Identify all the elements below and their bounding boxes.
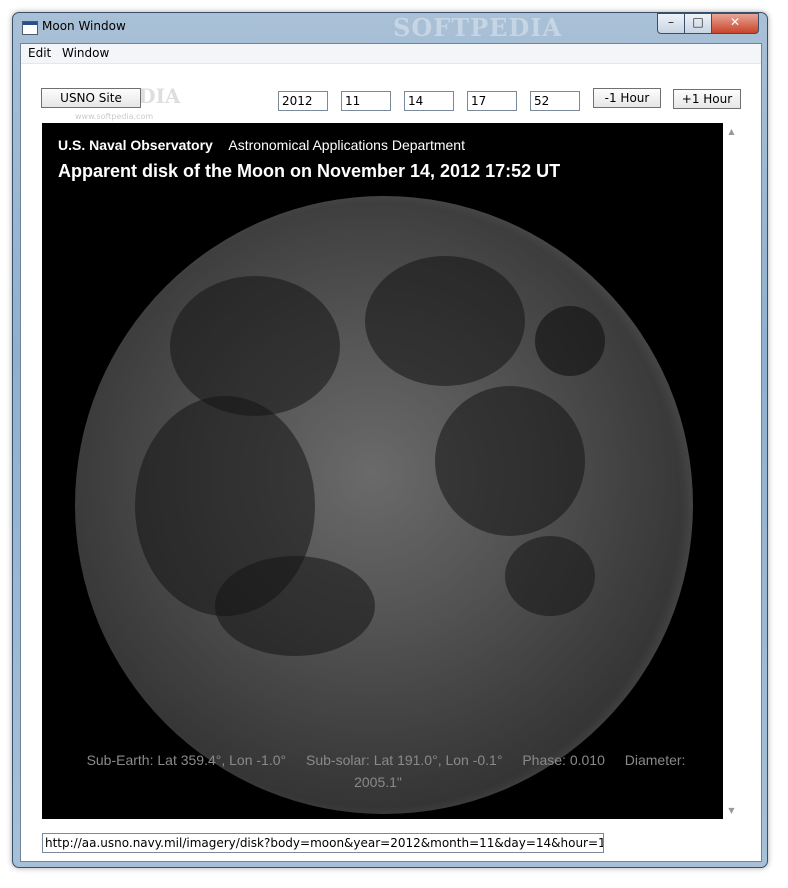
minus-hour-button[interactable]: -1 Hour bbox=[593, 88, 661, 108]
dept-name: Astronomical Applications Department bbox=[228, 137, 465, 153]
sub-solar-text: Sub-solar: Lat 191.0°, Lon -0.1° bbox=[306, 752, 503, 768]
close-button[interactable]: ✕ bbox=[711, 13, 759, 34]
moon-title: Apparent disk of the Moon on November 14… bbox=[58, 161, 561, 181]
vertical-scrollbar[interactable]: ▲ ▼ bbox=[723, 123, 740, 819]
mare-shading bbox=[215, 556, 375, 656]
moon-image bbox=[75, 196, 693, 814]
mare-shading bbox=[365, 256, 525, 386]
minute-input[interactable]: 52 bbox=[530, 91, 580, 111]
minimize-button[interactable]: – bbox=[657, 13, 685, 34]
viewer-header: U.S. Naval Observatory Astronomical Appl… bbox=[58, 137, 465, 153]
scroll-down-arrow-icon[interactable]: ▼ bbox=[723, 806, 740, 815]
window-icon bbox=[22, 21, 38, 35]
hour-input[interactable]: 17 bbox=[467, 91, 517, 111]
day-input[interactable]: 14 bbox=[404, 91, 454, 111]
mare-shading bbox=[535, 306, 605, 376]
moon-info: Sub-Earth: Lat 359.4°, Lon -1.0° Sub-sol… bbox=[62, 749, 702, 793]
mare-shading bbox=[170, 276, 340, 416]
mare-shading bbox=[435, 386, 585, 536]
window-title: Moon Window bbox=[42, 19, 126, 33]
menu-edit[interactable]: Edit bbox=[28, 46, 51, 60]
plus-hour-button[interactable]: +1 Hour bbox=[673, 89, 741, 109]
title-bar[interactable]: Moon Window SOFTPEDIA – □ ✕ bbox=[13, 13, 767, 43]
usno-site-button[interactable]: USNO Site bbox=[41, 88, 141, 108]
moon-window: Moon Window SOFTPEDIA – □ ✕ Edit Window … bbox=[12, 12, 768, 868]
client-area: Edit Window SOFTPEDIA www.softpedia.com … bbox=[20, 43, 762, 862]
moon-viewer: U.S. Naval Observatory Astronomical Appl… bbox=[42, 123, 723, 819]
month-input[interactable]: 11 bbox=[341, 91, 391, 111]
menu-bar: Edit Window bbox=[21, 44, 761, 64]
phase-text: Phase: 0.010 bbox=[522, 752, 605, 768]
softpedia-watermark: SOFTPEDIA bbox=[393, 13, 563, 42]
close-icon: ✕ bbox=[729, 15, 741, 29]
scroll-up-arrow-icon[interactable]: ▲ bbox=[723, 127, 740, 136]
softpedia-watermark-url: www.softpedia.com bbox=[75, 112, 154, 121]
url-field[interactable]: http://aa.usno.navy.mil/imagery/disk?bod… bbox=[42, 833, 604, 853]
mare-shading bbox=[505, 536, 595, 616]
maximize-button[interactable]: □ bbox=[684, 13, 712, 34]
sub-earth-text: Sub-Earth: Lat 359.4°, Lon -1.0° bbox=[86, 752, 287, 768]
org-name: U.S. Naval Observatory bbox=[58, 137, 213, 153]
maximize-icon: □ bbox=[692, 15, 704, 29]
minimize-icon: – bbox=[668, 15, 674, 29]
menu-window[interactable]: Window bbox=[62, 46, 109, 60]
year-input[interactable]: 2012 bbox=[278, 91, 328, 111]
